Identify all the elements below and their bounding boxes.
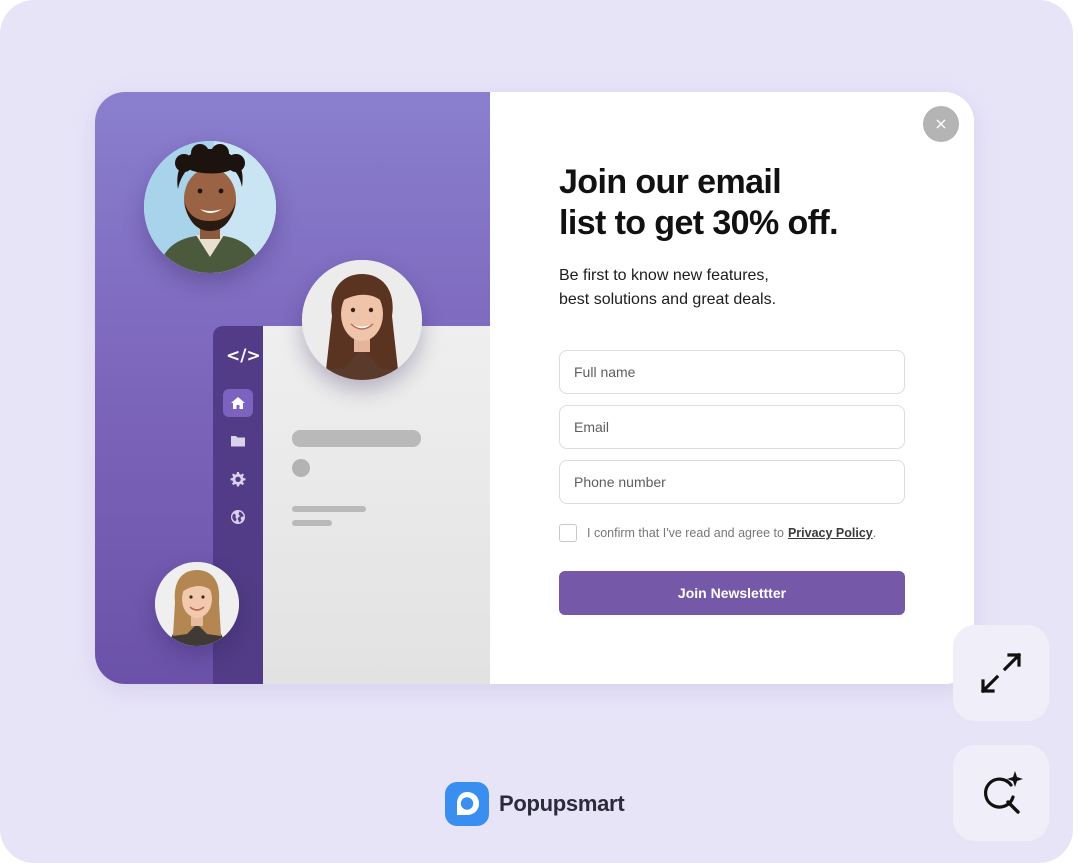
skeleton-line-short: [292, 520, 332, 526]
avatar-woman-blonde: [155, 562, 239, 646]
popup-illustration-panel: </>: [95, 92, 490, 684]
full-name-field[interactable]: [559, 350, 905, 394]
popup-subtext: Be first to know new features, best solu…: [559, 264, 859, 312]
brand-footer: Popupsmart: [445, 782, 625, 826]
consent-text: I confirm that I've read and agree to: [587, 526, 784, 540]
settings-icon: [223, 465, 253, 493]
canvas-background: </> × Join our email list to get 30% off…: [0, 0, 1073, 863]
subtext-line-2: best solutions and great deals.: [559, 291, 777, 308]
avatar-man: [144, 141, 276, 273]
consent-suffix: .: [872, 526, 877, 540]
home-icon: [223, 389, 253, 417]
subtext-line-1: Be first to know new features,: [559, 267, 769, 284]
folder-icon: [223, 427, 253, 455]
headline-line-2: list to get 30% off.: [559, 204, 839, 242]
ai-search-icon: [983, 771, 1023, 814]
close-button[interactable]: ×: [923, 106, 959, 142]
skeleton-line: [292, 506, 366, 512]
phone-number-field[interactable]: [559, 460, 905, 504]
privacy-consent: I confirm that I've read and agree to Pr…: [559, 523, 876, 543]
headline-line-1: Join our email: [559, 163, 782, 201]
expand-button[interactable]: [953, 625, 1049, 721]
popupsmart-logo-icon: [445, 782, 489, 826]
email-field[interactable]: [559, 405, 905, 449]
skeleton-title-bar: [292, 430, 421, 447]
brand-name: Popupsmart: [499, 791, 625, 816]
popup-headline: Join our email list to get 30% off.: [559, 162, 899, 244]
mock-app-window: </>: [213, 326, 490, 684]
mock-app-content: [263, 326, 490, 684]
ai-search-button[interactable]: [953, 745, 1049, 841]
privacy-consent-checkbox[interactable]: [559, 524, 577, 542]
code-logo-icon: </>: [226, 346, 261, 366]
avatar-woman-brunette: [302, 260, 422, 380]
expand-icon: [980, 652, 1022, 694]
join-newsletter-button[interactable]: Join Newslettter: [559, 571, 905, 615]
privacy-policy-link[interactable]: Privacy Policy: [788, 526, 873, 540]
globe-icon: [223, 503, 253, 531]
skeleton-dot: [292, 459, 310, 477]
